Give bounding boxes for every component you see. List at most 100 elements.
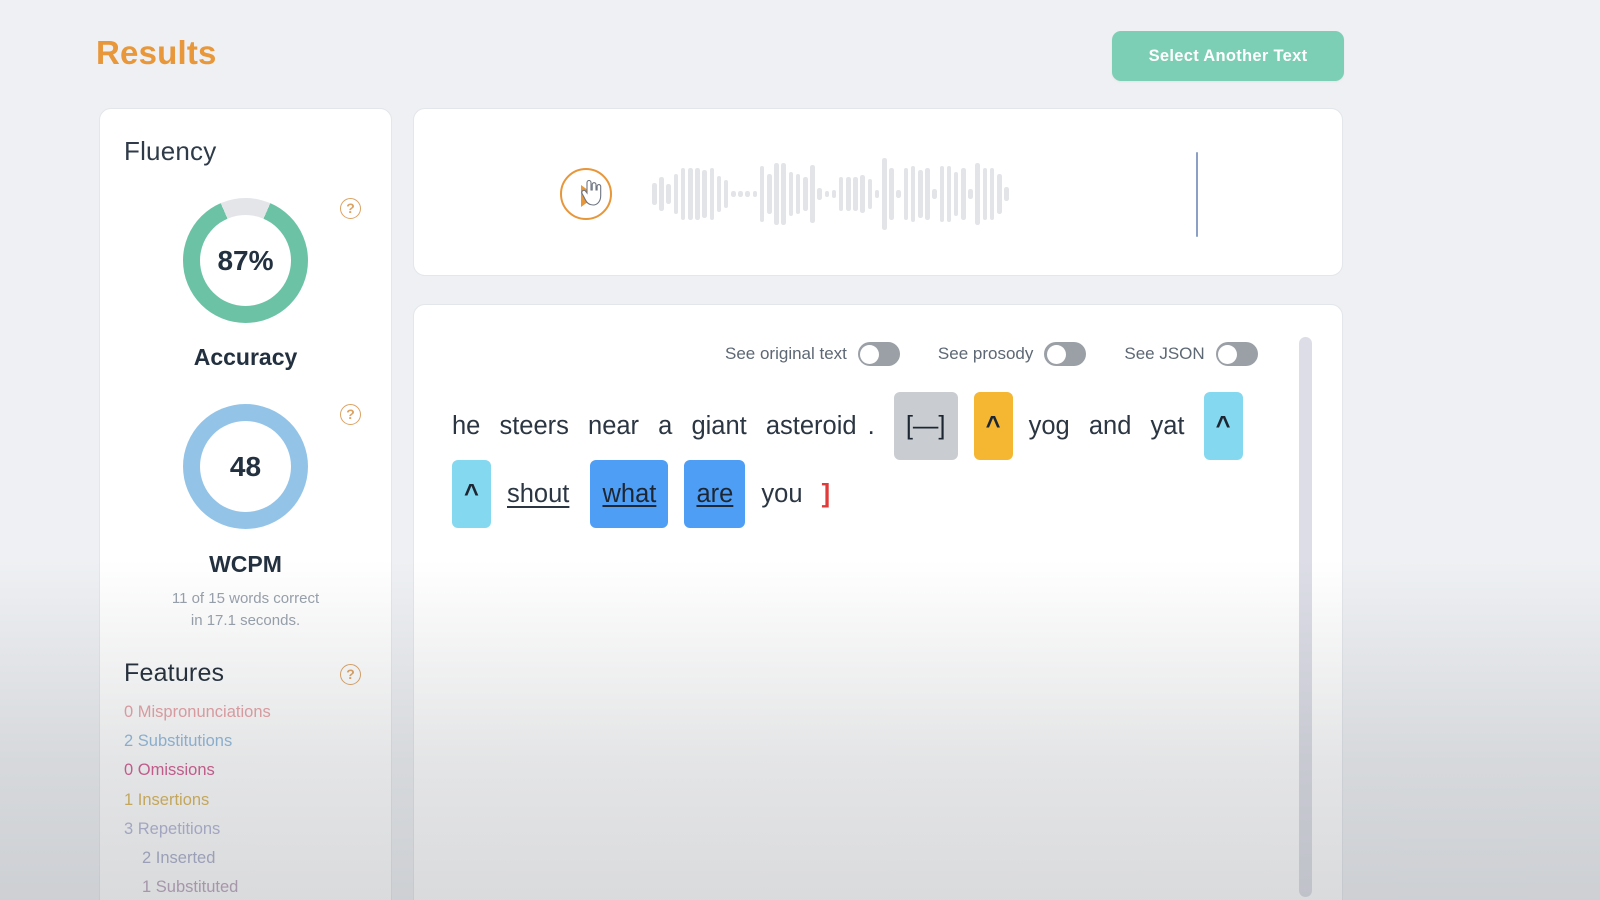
waveform-bar <box>824 191 830 197</box>
waveform-bar <box>709 168 715 220</box>
waveform-bar <box>932 189 937 199</box>
waveform-bar <box>874 190 880 198</box>
waveform-bar <box>889 168 894 220</box>
page-title: Results <box>96 34 217 71</box>
feature-item[interactable]: 0 Omissions <box>124 756 384 785</box>
transcript-token[interactable]: ^ <box>1203 392 1243 460</box>
transcript-token[interactable]: a <box>658 397 684 455</box>
waveform-bar <box>752 191 758 197</box>
transcript-text: he steers near a giant asteroid . [—] ^ … <box>452 392 1288 528</box>
feature-item[interactable]: 1 Substituted <box>124 873 384 900</box>
transcript-toggles-row: See original text See prosody See JSON <box>725 342 1258 366</box>
waveform-bar <box>968 189 973 199</box>
waveform-bar <box>910 166 916 222</box>
waveform-bar <box>652 183 657 205</box>
waveform-bar <box>802 177 808 211</box>
accuracy-label: Accuracy <box>193 344 298 370</box>
features-help-icon[interactable]: ? <box>340 664 361 685</box>
transcript-token[interactable]: are <box>684 460 746 528</box>
results-page: Results Select Another Text Fluency ? 87… <box>0 0 1600 900</box>
waveform-bar <box>860 175 866 213</box>
waveform-bar <box>989 168 995 220</box>
waveform-bar <box>896 190 901 198</box>
waveform-bar <box>788 172 794 216</box>
transcript-token[interactable]: [—] <box>893 392 958 460</box>
waveform-bar <box>853 177 858 211</box>
waveform-bar <box>925 168 930 220</box>
wcpm-label: WCPM <box>209 551 282 577</box>
toggle-group: See original text <box>725 342 900 366</box>
toggle-switch[interactable] <box>1044 342 1087 366</box>
wcpm-subtext: 11 of 15 words correct in 17.1 seconds. <box>99 588 392 632</box>
feature-item[interactable]: 2 Inserted <box>124 844 384 873</box>
waveform-bar <box>716 176 722 212</box>
play-icon <box>581 185 596 207</box>
wcpm-help-icon[interactable]: ? <box>340 404 361 425</box>
select-another-text-button[interactable]: Select Another Text <box>1112 31 1344 81</box>
play-button[interactable] <box>560 168 612 220</box>
toggle-label: See prosody <box>937 344 1034 363</box>
transcript-token[interactable]: steers <box>499 397 580 455</box>
waveform-bar <box>795 174 801 214</box>
fluency-heading: Fluency <box>124 136 217 166</box>
transcript-token[interactable]: near <box>588 397 651 455</box>
waveform-bar <box>781 163 786 225</box>
transcript-token[interactable]: he <box>452 397 492 455</box>
waveform-bar <box>953 172 959 216</box>
transcript-token[interactable]: what <box>590 460 669 528</box>
waveform-bar <box>946 166 952 222</box>
waveform-bar <box>774 163 779 225</box>
accuracy-donut-chart: 87% <box>183 198 308 323</box>
wcpm-value: 48 <box>229 450 262 482</box>
accuracy-donut-hole: 87% <box>200 215 291 306</box>
transcript-token[interactable]: you <box>761 465 814 523</box>
waveform-bar <box>975 163 981 225</box>
transcript-scrollbar[interactable] <box>1299 337 1312 897</box>
accuracy-help-icon[interactable]: ? <box>340 198 361 219</box>
waveform-bar <box>882 158 887 230</box>
waveform-bar <box>838 177 844 211</box>
waveform-bar <box>846 177 851 211</box>
transcript-token[interactable]: asteroid <box>766 397 869 455</box>
transcript-token[interactable]: giant <box>691 397 758 455</box>
feature-item[interactable]: 1 Insertions <box>124 786 384 815</box>
transcript-token[interactable]: yog <box>1029 397 1082 455</box>
audio-waveform[interactable] <box>652 150 1192 238</box>
waveform-bar <box>1004 187 1009 201</box>
transcript-token[interactable]: shout <box>507 465 569 523</box>
waveform-bar <box>680 168 686 220</box>
toggle-switch[interactable] <box>1215 342 1258 366</box>
feature-item[interactable]: 2 Substitutions <box>124 727 384 756</box>
waveform-bar <box>687 168 693 220</box>
waveform-bar <box>817 188 822 200</box>
toggle-label: See JSON <box>1124 344 1205 363</box>
waveform-bar <box>982 168 988 220</box>
waveform-bar <box>745 191 751 197</box>
feature-item[interactable]: 0 Mispronunciations <box>124 698 384 727</box>
wcpm-subtext-line1: 11 of 15 words correct <box>171 590 320 607</box>
waveform-bar <box>961 168 966 220</box>
waveform-bar <box>903 168 909 220</box>
feature-item[interactable]: 3 Repetitions <box>124 815 384 844</box>
toggle-group: See prosody <box>937 342 1087 366</box>
toggle-switch[interactable] <box>857 342 900 366</box>
toggle-knob <box>1218 344 1238 364</box>
toggle-group: See JSON <box>1124 342 1258 366</box>
waveform-bar <box>939 166 945 222</box>
waveform-bar <box>997 174 1002 214</box>
transcript-token[interactable]: ^ <box>452 460 491 528</box>
transcript-token[interactable]: ] <box>822 465 843 523</box>
features-heading: Features <box>124 659 225 687</box>
transcript-token[interactable]: yat <box>1150 397 1196 455</box>
toggle-knob <box>1046 344 1066 364</box>
wcpm-donut-hole: 48 <box>200 421 291 512</box>
toggle-knob <box>860 344 880 364</box>
toggle-label: See original text <box>725 344 847 363</box>
waveform-bar <box>659 177 664 211</box>
transcript-token[interactable]: ^ <box>973 392 1013 460</box>
transcript-token[interactable]: and <box>1089 397 1144 455</box>
waveform-bar <box>673 174 679 214</box>
waveform-bar <box>695 168 700 220</box>
waveform-bar <box>702 170 707 218</box>
transcript-token[interactable]: . <box>868 397 887 455</box>
